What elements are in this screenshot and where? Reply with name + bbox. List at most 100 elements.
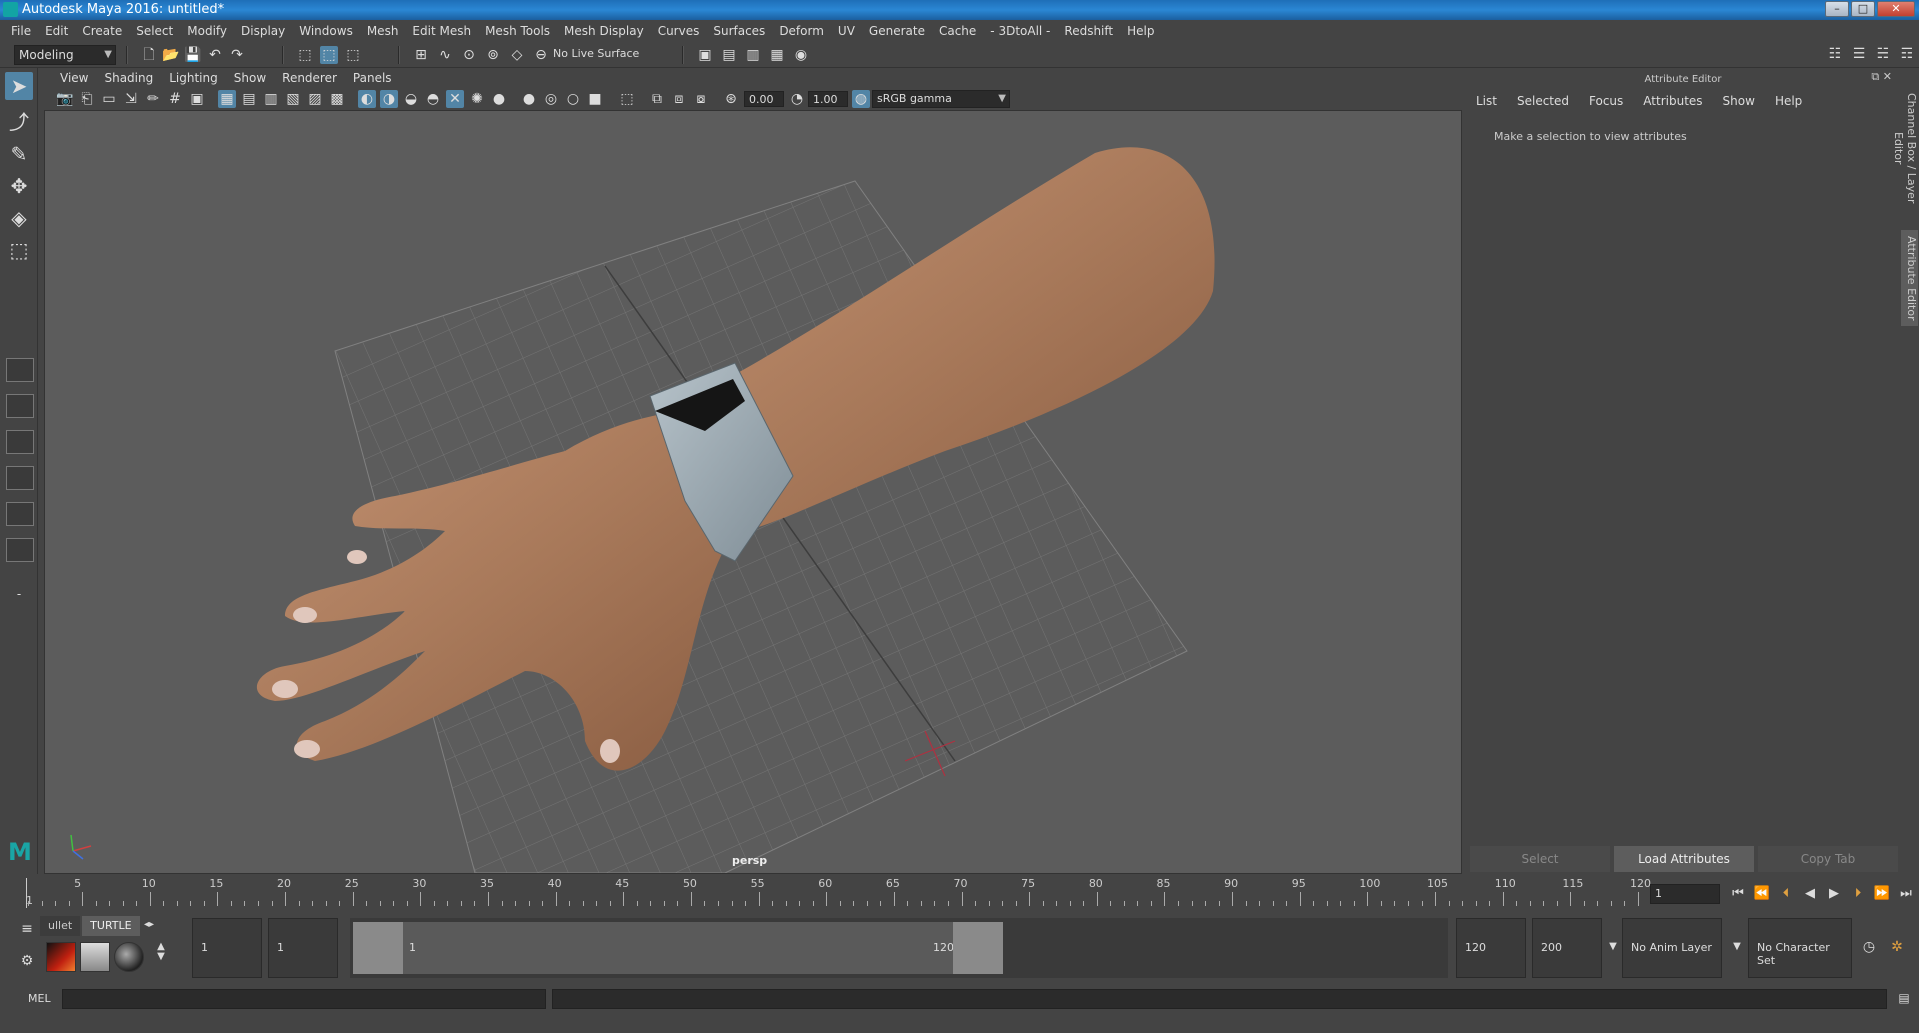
wireframe-on-shaded-icon[interactable]: ▥ <box>262 90 280 108</box>
range-slider-track[interactable]: 1 120 <box>350 918 1448 978</box>
maximize-button[interactable]: □ <box>1851 1 1875 17</box>
persp-outliner-layout-icon[interactable] <box>6 430 34 454</box>
auto-key-icon[interactable]: ◷ <box>1860 938 1878 956</box>
lasso-tool-icon[interactable]: ⤴ <box>5 108 33 136</box>
menu-create[interactable]: Create <box>75 24 129 38</box>
ae-menu-help[interactable]: Help <box>1775 94 1822 108</box>
menu-uv[interactable]: UV <box>831 24 862 38</box>
camera-bookmark-icon[interactable]: ⎗ <box>78 90 96 108</box>
rotate-tool-icon[interactable]: ◈ <box>5 204 33 232</box>
close-button[interactable]: ✕ <box>1877 1 1915 17</box>
gamma-icon[interactable]: ◔ <box>788 90 806 108</box>
isolate-select-icon[interactable]: ◓ <box>424 90 442 108</box>
safe-title-icon[interactable]: ⧇ <box>692 90 710 108</box>
play-backwards-icon[interactable]: ◀ <box>1800 884 1820 904</box>
xray-joints-icon[interactable]: ◑ <box>380 90 398 108</box>
animation-preferences-icon[interactable]: ✲ <box>1888 938 1906 956</box>
textured-icon[interactable]: ▧ <box>284 90 302 108</box>
image-plane-icon[interactable]: ▭ <box>100 90 118 108</box>
character-set-dropdown[interactable]: No Character Set <box>1748 918 1852 978</box>
turtle-render-icon[interactable] <box>46 942 76 972</box>
script-language-label[interactable]: MEL <box>28 992 51 1005</box>
render-settings-icon[interactable]: ▦ <box>768 46 786 64</box>
menu-file[interactable]: File <box>4 24 38 38</box>
menu-help[interactable]: Help <box>1120 24 1161 38</box>
panel-menu-view[interactable]: View <box>52 71 96 85</box>
time-slider[interactable]: 1 5 10 15 20 25 30 35 40 45 50 55 60 65 70 75 80 85 90 95 1… <box>26 876 1651 910</box>
panel-menu-renderer[interactable]: Renderer <box>274 71 345 85</box>
go-to-start-icon[interactable]: ⏮ <box>1728 884 1748 904</box>
more-layouts-icon[interactable]: - <box>5 580 33 608</box>
gate-mask-icon[interactable]: ⧉ <box>648 90 666 108</box>
single-perspective-layout-icon[interactable] <box>6 358 34 382</box>
four-view-layout-icon[interactable] <box>6 394 34 418</box>
menu-cache[interactable]: Cache <box>932 24 983 38</box>
step-forward-key-icon[interactable]: ⏵ <box>1848 884 1868 904</box>
snap-grid-icon[interactable]: ⊞ <box>412 46 430 64</box>
backface-culling-icon[interactable]: ✕ <box>446 90 464 108</box>
paint-select-tool-icon[interactable]: ✎ <box>5 140 33 168</box>
panel-menu-shading[interactable]: Shading <box>96 71 161 85</box>
modeling-toolkit-icon[interactable]: ☷ <box>1825 44 1845 64</box>
turtle-bake-icon[interactable] <box>80 942 110 972</box>
playback-start-field[interactable]: 1 <box>268 918 338 978</box>
snap-view-plane-icon[interactable]: ◇ <box>508 46 526 64</box>
ae-menu-focus[interactable]: Focus <box>1589 94 1643 108</box>
script-editor-icon[interactable]: ▤ <box>1895 991 1913 1009</box>
outliner-persp-layout-icon[interactable] <box>6 502 34 526</box>
shadows-icon[interactable]: ▩ <box>328 90 346 108</box>
menu-deform[interactable]: Deform <box>772 24 831 38</box>
depth-of-field-icon[interactable]: ○ <box>564 90 582 108</box>
shelf-menu-icon[interactable]: ≡ <box>18 920 36 938</box>
ipr-render-icon[interactable]: ▥ <box>744 46 762 64</box>
persp-graph-layout-icon[interactable] <box>6 466 34 490</box>
menu-mesh-tools[interactable]: Mesh Tools <box>478 24 557 38</box>
select-by-object-icon[interactable]: ⬚ <box>320 46 338 64</box>
attribute-editor-toggle-icon[interactable]: ☰ <box>1849 44 1869 64</box>
shelf-tab-turtle[interactable]: TURTLE <box>82 916 140 936</box>
select-by-component-icon[interactable]: ⬚ <box>344 46 362 64</box>
shelf-tab-scroll-icon[interactable]: ◂▸ <box>140 916 158 934</box>
panel-menu-show[interactable]: Show <box>226 71 274 85</box>
ae-menu-selected[interactable]: Selected <box>1517 94 1589 108</box>
menu-surfaces[interactable]: Surfaces <box>706 24 772 38</box>
new-scene-icon[interactable]: 🗋 <box>140 46 158 64</box>
menu-display[interactable]: Display <box>234 24 292 38</box>
menu-mesh-display[interactable]: Mesh Display <box>557 24 651 38</box>
command-input-field[interactable] <box>62 989 546 1009</box>
ambient-occlusion-icon[interactable]: ● <box>490 90 508 108</box>
render-current-frame-icon[interactable]: ▤ <box>720 46 738 64</box>
camera-attributes-icon[interactable]: 📷 <box>56 90 74 108</box>
snap-curve-icon[interactable]: ∿ <box>436 46 454 64</box>
animation-start-field[interactable]: 1 <box>192 918 262 978</box>
turtle-ao-icon[interactable] <box>114 942 144 972</box>
shelf-tab-bullet[interactable]: ullet <box>40 916 81 936</box>
color-management-icon[interactable]: ◍ <box>852 90 870 108</box>
menu-curves[interactable]: Curves <box>651 24 707 38</box>
smooth-shade-icon[interactable]: ▤ <box>240 90 258 108</box>
wireframe-icon[interactable]: ▦ <box>218 90 236 108</box>
channel-box-toggle-icon[interactable]: ☶ <box>1897 44 1917 64</box>
resolution-gate-icon[interactable]: ⬚ <box>618 90 636 108</box>
anim-layer-dropdown[interactable]: No Anim Layer <box>1622 918 1722 978</box>
menuset-dropdown[interactable]: Modeling ▼ <box>14 45 116 65</box>
load-attributes-button[interactable]: Load Attributes <box>1614 846 1754 872</box>
undo-icon[interactable]: ↶ <box>206 46 224 64</box>
playback-end-field[interactable]: 120 <box>1456 918 1526 978</box>
open-scene-icon[interactable]: 📂 <box>162 46 180 64</box>
exposure-field[interactable]: 0.00 <box>744 91 784 107</box>
menu-generate[interactable]: Generate <box>862 24 932 38</box>
hud-icon[interactable]: ✺ <box>468 90 486 108</box>
gamma-field[interactable]: 1.00 <box>808 91 848 107</box>
exposure-icon[interactable]: ⊛ <box>722 90 740 108</box>
make-live-icon[interactable]: ⊖ <box>532 46 550 64</box>
hypershade-icon[interactable]: ◉ <box>792 46 810 64</box>
menu-edit-mesh[interactable]: Edit Mesh <box>405 24 478 38</box>
ae-menu-attributes[interactable]: Attributes <box>1643 94 1722 108</box>
shelf-scroll-icon[interactable]: ▲ ▼ <box>152 942 170 962</box>
2d-pan-zoom-icon[interactable]: ⇲ <box>122 90 140 108</box>
go-to-end-icon[interactable]: ⏭ <box>1896 884 1916 904</box>
select-tool-icon[interactable]: ➤ <box>5 72 33 100</box>
safe-action-icon[interactable]: ⧈ <box>670 90 688 108</box>
menu-redshift[interactable]: Redshift <box>1057 24 1120 38</box>
